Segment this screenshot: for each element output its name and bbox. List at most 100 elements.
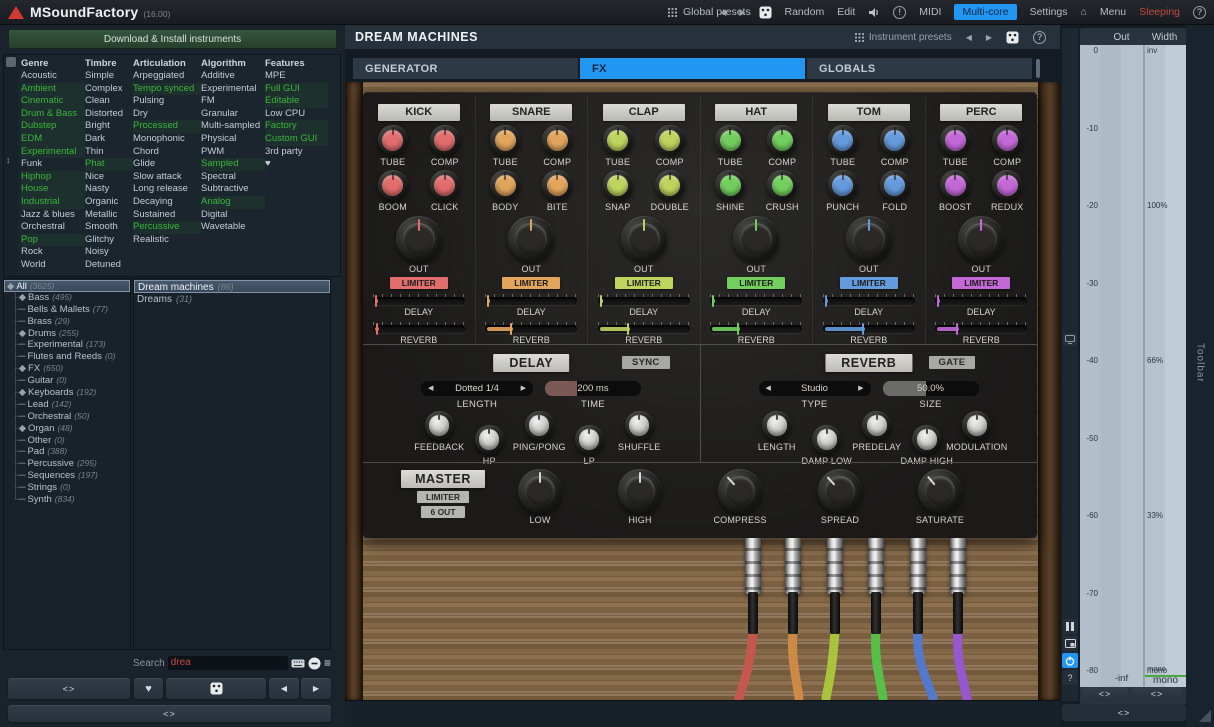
knob-feedback[interactable] — [425, 411, 454, 440]
tab-fx[interactable]: FX — [580, 58, 805, 79]
toolbar-label[interactable]: Toolbar — [1195, 343, 1206, 383]
filter-options-button[interactable] — [6, 57, 16, 67]
knob-shuffle[interactable] — [625, 411, 654, 440]
tree-item-synth[interactable]: └─Synth(834) — [4, 494, 130, 506]
filter-item-realistic[interactable]: Realistic — [133, 234, 201, 247]
tab-generator[interactable]: GENERATOR — [353, 58, 578, 79]
edit-button[interactable]: Edit — [837, 6, 855, 18]
tree-item-brass[interactable]: ├─Brass(29) — [4, 316, 130, 328]
sidebar-resize-handle[interactable]: <> — [8, 705, 331, 722]
knob-tom-comp[interactable] — [880, 125, 910, 155]
random-preset-button[interactable] — [166, 678, 266, 699]
filter-item-experimental[interactable]: Experimental — [21, 146, 85, 159]
help-icon[interactable]: ? — [1062, 670, 1078, 685]
master-out-button[interactable]: 6 OUT — [421, 506, 464, 518]
filter-item-noisy[interactable]: Noisy — [85, 246, 133, 259]
prev-icon[interactable]: ◀ — [766, 381, 771, 396]
tab-globals[interactable]: GLOBALS — [807, 58, 1032, 79]
slider-delay[interactable] — [598, 297, 690, 305]
clear-search-icon[interactable] — [308, 657, 321, 670]
prev-instrument-preset-button[interactable]: ◀ — [966, 33, 972, 42]
filter-item-multi-sampled[interactable]: Multi-sampled — [201, 120, 265, 133]
filter-item-physical[interactable]: Physical — [201, 133, 265, 146]
filter-item-smooth[interactable]: Smooth — [85, 221, 133, 234]
tree-item-orchestral[interactable]: ├─Orchestral(50) — [4, 411, 130, 423]
slider-reverb[interactable] — [935, 325, 1027, 333]
preset-item-dream-machines[interactable]: Dream machines(86) — [134, 280, 330, 293]
knob-low[interactable] — [518, 469, 562, 513]
width-meter-resize-handle[interactable]: <> — [1132, 687, 1182, 700]
sleeping-indicator[interactable]: Sleeping — [1139, 6, 1180, 18]
filter-item-editable[interactable]: Editable — [265, 95, 328, 108]
filter-item-funk[interactable]: Funk — [21, 158, 85, 171]
pause-icon[interactable] — [1062, 619, 1078, 634]
knob-perc-comp[interactable] — [992, 125, 1022, 155]
out-meter-resize-handle[interactable]: <> — [1082, 687, 1128, 700]
filter-item-low-cpu[interactable]: Low CPU — [265, 108, 328, 121]
knob-predelay[interactable] — [862, 411, 891, 440]
filter-item-spectral[interactable]: Spectral — [201, 171, 265, 184]
tree-item-strings[interactable]: ├─Strings(0) — [4, 482, 130, 494]
knob-kick-boom[interactable] — [378, 170, 408, 200]
filter-item-sustained[interactable]: Sustained — [133, 209, 201, 222]
cable-connector-6[interactable] — [950, 538, 966, 594]
knob-tom-punch[interactable] — [828, 170, 858, 200]
out-knob-kick[interactable] — [396, 216, 442, 262]
filter-item-hiphop[interactable]: Hiphop — [21, 171, 85, 184]
knob-clap-tube[interactable] — [603, 125, 633, 155]
filter-item-additive[interactable]: Additive — [201, 70, 265, 83]
home-icon[interactable]: ⌂ — [1081, 6, 1087, 18]
filter-item-sampled[interactable]: Sampled — [201, 158, 265, 171]
knob-perc-tube[interactable] — [940, 125, 970, 155]
knob-length[interactable] — [762, 411, 791, 440]
filter-item-drum-bass[interactable]: Drum & Bass — [21, 108, 85, 121]
limiter-button-snare[interactable]: LIMITER — [502, 277, 560, 289]
knob-kick-comp[interactable] — [430, 125, 460, 155]
filter-item-wavetable[interactable]: Wavetable — [201, 221, 265, 234]
reverb-size-field[interactable]: 50.0% — [883, 381, 979, 396]
settings-button[interactable]: Settings — [1030, 6, 1068, 18]
knob-clap-comp[interactable] — [655, 125, 685, 155]
filter-item-bright[interactable]: Bright — [85, 120, 133, 133]
slider-delay[interactable] — [373, 297, 465, 305]
tree-item-bells-mallets[interactable]: ├─Bells & Mallets(77) — [4, 304, 130, 316]
knob-spread[interactable] — [818, 469, 862, 513]
filter-item-phat[interactable]: Phat — [85, 158, 133, 171]
next-global-preset-button[interactable]: ▶ — [739, 8, 745, 17]
limiter-button-tom[interactable]: LIMITER — [840, 277, 898, 289]
next-icon[interactable]: ▶ — [521, 381, 526, 396]
filter-item-glitchy[interactable]: Glitchy — [85, 234, 133, 247]
knob-compress[interactable] — [718, 469, 762, 513]
tree-item-drums[interactable]: ├◆Drums(255) — [4, 328, 130, 340]
filter-item-rock[interactable]: Rock — [21, 246, 85, 259]
cable-connector-2[interactable] — [785, 538, 801, 594]
filter-item-tempo-synced[interactable]: Tempo synced — [133, 83, 201, 96]
filter-item-cinematic[interactable]: Cinematic — [21, 95, 85, 108]
filter-item-world[interactable]: World — [21, 259, 85, 272]
slider-reverb[interactable] — [485, 325, 577, 333]
knob-high[interactable] — [618, 469, 662, 513]
filter-item-arpeggiated[interactable]: Arpeggiated — [133, 70, 201, 83]
tree-resize-handle[interactable]: <> — [8, 678, 130, 699]
prev-global-preset-button[interactable]: ◀ — [720, 8, 726, 17]
help-icon[interactable]: ? — [1033, 31, 1046, 44]
filter-item-subtractive[interactable]: Subtractive — [201, 183, 265, 196]
knob-damp-low[interactable] — [812, 425, 841, 454]
filter-item-heart-icon[interactable]: ♥ — [265, 158, 328, 171]
knob-saturate[interactable] — [918, 469, 962, 513]
filter-item-edm[interactable]: EDM — [21, 133, 85, 146]
knob-hat-tube[interactable] — [715, 125, 745, 155]
knob-ping-pong[interactable] — [525, 411, 554, 440]
tree-item-experimental[interactable]: ├─Experimental(173) — [4, 339, 130, 351]
slider-reverb[interactable] — [598, 325, 690, 333]
knob-snare-tube[interactable] — [490, 125, 520, 155]
filter-item-mpe[interactable]: MPE — [265, 70, 328, 83]
knob-kick-click[interactable] — [430, 170, 460, 200]
midi-button[interactable]: MIDI — [919, 6, 941, 18]
filter-item-glide[interactable]: Glide — [133, 158, 201, 171]
knob-hat-comp[interactable] — [767, 125, 797, 155]
tree-item-fx[interactable]: ├◆FX(650) — [4, 363, 130, 375]
help-icon[interactable]: ? — [1193, 6, 1206, 19]
random-button[interactable]: Random — [785, 6, 825, 18]
knob-perc-redux[interactable] — [992, 170, 1022, 200]
